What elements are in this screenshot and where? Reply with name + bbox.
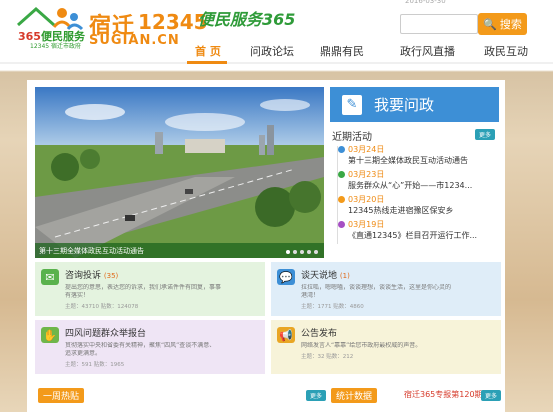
- hand-icon: ✋: [41, 327, 59, 343]
- logo-subtitle: 12345 宿迁市政府: [30, 43, 81, 50]
- activity-date: 03月20日: [348, 195, 385, 204]
- timeline-dot: [338, 146, 345, 153]
- card-title[interactable]: 四风问题群众举报台: [65, 326, 259, 339]
- nav-live[interactable]: 政行风直播: [400, 43, 455, 59]
- activity-date: 03月19日: [348, 220, 385, 229]
- card-title-text: 谈天说地: [301, 271, 338, 281]
- recent-activities: 近期活动 更多 03月24日 第十三期全媒体政民互动活动通告 03月23日 服务…: [330, 126, 499, 256]
- banner-image: [35, 87, 324, 258]
- list-item[interactable]: 03月23日 服务群众从“心”开始——市1234...: [334, 169, 499, 194]
- nav-divider: [0, 62, 553, 64]
- card-desc: 贯彻落实中央和省委有关精神，聚焦“四风”查谈不满意、: [65, 342, 216, 349]
- header: 2016-03-30 365便民服务 12345 宿迁市政府 宿迁 12345 …: [0, 0, 553, 70]
- nav-forum[interactable]: 问政论坛: [250, 43, 294, 59]
- nav-interaction[interactable]: 政民互动: [484, 43, 528, 59]
- ask-question-button[interactable]: ✎ 我要问政: [330, 87, 499, 122]
- list-item[interactable]: 03月19日 《直通12345》栏目召开运行工作...: [334, 219, 499, 244]
- card-desc: 提出您的意思，表达您的诉求，我们承诺件件有回复，事事: [65, 284, 222, 291]
- pen-icon: ✎: [342, 94, 362, 115]
- hot-posts-title[interactable]: 一周热贴: [38, 388, 85, 403]
- carousel-dot[interactable]: [286, 250, 290, 254]
- carousel-dots: [286, 250, 318, 254]
- card-title[interactable]: 咨询投诉 (35): [65, 268, 259, 281]
- stats-title[interactable]: 统计数据: [331, 388, 378, 403]
- search-input[interactable]: [400, 14, 478, 34]
- nav-home[interactable]: 首 页: [195, 43, 221, 59]
- banner-caption[interactable]: 第十三期全媒体政民互动活动通告: [35, 243, 324, 258]
- card-desc: 追求更满意。: [65, 350, 102, 357]
- card-title[interactable]: 公告发布: [301, 326, 495, 339]
- carousel-dot[interactable]: [314, 250, 318, 254]
- search-button[interactable]: 🔍 搜索: [478, 13, 527, 35]
- speaker-icon: 📢: [277, 327, 295, 343]
- search-button-label: 搜索: [499, 18, 522, 31]
- main-nav: 首 页 问政论坛 鼎鼎有民 政行风直播 政民互动: [180, 43, 530, 63]
- card-consult[interactable]: ✉ 咨询投诉 (35) 提出您的意思，表达您的诉求，我们承诺件件有回复，事事 有…: [35, 262, 265, 316]
- timeline-dot: [338, 221, 345, 228]
- card-meta: 主题：591 贴数：1965: [65, 362, 125, 368]
- card-title-text: 咨询投诉: [65, 271, 102, 281]
- activity-date: 03月23日: [348, 170, 385, 179]
- hot-more-button[interactable]: 更多: [306, 390, 327, 401]
- timeline-dot: [338, 171, 345, 178]
- activity-date: 03月24日: [348, 145, 385, 154]
- recent-more-button[interactable]: 更多: [474, 129, 495, 140]
- stats-more-button[interactable]: 更多: [481, 390, 502, 401]
- nav-active-indicator: [187, 61, 227, 64]
- card-meta: 主题：1771 贴数：4860: [301, 304, 364, 310]
- brand-domain: SUGIAN.CN: [89, 33, 180, 48]
- nav-dingding[interactable]: 鼎鼎有民: [320, 43, 364, 59]
- card-report[interactable]: ✋ 四风问题群众举报台 贯彻落实中央和省委有关精神，聚焦“四风”查谈不满意、 追…: [35, 320, 265, 374]
- card-chat[interactable]: 💬 谈天说地 (1) 拉拉呱，嗯嗯嗑，谈谈理想，谈谈生活，这里是你心灵的 港湾！…: [271, 262, 501, 316]
- card-desc: 拉拉呱，嗯嗯嗑，谈谈理想，谈谈生活，这里是你心灵的: [301, 284, 452, 291]
- recent-list: 03月24日 第十三期全媒体政民互动活动通告 03月23日 服务群众从“心”开始…: [334, 144, 499, 244]
- card-desc: 港湾！: [301, 292, 320, 299]
- card-announcement[interactable]: 📢 公告发布 网络发言人“靠靠”给您市政府最权威的声音。 主题：32 贴数：21…: [271, 320, 501, 374]
- card-count: (35): [103, 272, 119, 280]
- activity-text[interactable]: 《直通12345》栏目召开运行工作...: [348, 230, 499, 241]
- activity-text[interactable]: 12345热线走进宿豫区保安乡: [348, 205, 499, 216]
- chat-icon: ✉: [41, 269, 59, 285]
- card-title[interactable]: 谈天说地 (1): [301, 268, 495, 281]
- ask-question-label: 我要问政: [374, 96, 435, 114]
- carousel-dot[interactable]: [307, 250, 311, 254]
- banner-carousel[interactable]: 第十三期全媒体政民互动活动通告: [35, 87, 324, 258]
- carousel-dot[interactable]: [300, 250, 304, 254]
- card-meta: 主题：43710 贴数：124078: [65, 304, 139, 310]
- card-meta: 主题：32 贴数：212: [301, 354, 354, 360]
- card-count: (1): [339, 272, 350, 280]
- timeline-dot: [338, 196, 345, 203]
- activity-text[interactable]: 第十三期全媒体政民互动活动通告: [348, 155, 499, 166]
- issue-link[interactable]: 宿迁365专报第120期: [404, 389, 483, 400]
- slogan: 便民服务365: [198, 10, 296, 29]
- top-meta: 2016-03-30: [405, 0, 446, 5]
- recent-activities-title: 近期活动: [332, 132, 372, 143]
- chat-bubbles-icon: 💬: [277, 269, 295, 285]
- card-desc: 有落实！: [65, 292, 90, 299]
- carousel-dot[interactable]: [293, 250, 297, 254]
- list-item[interactable]: 03月20日 12345热线走进宿豫区保安乡: [334, 194, 499, 219]
- list-item[interactable]: 03月24日 第十三期全媒体政民互动活动通告: [334, 144, 499, 169]
- search-icon: 🔍: [483, 17, 497, 31]
- activity-text[interactable]: 服务群众从“心”开始——市1234...: [348, 180, 499, 191]
- card-desc: 网络发言人“靠靠”给您市政府最权威的声音。: [301, 342, 422, 349]
